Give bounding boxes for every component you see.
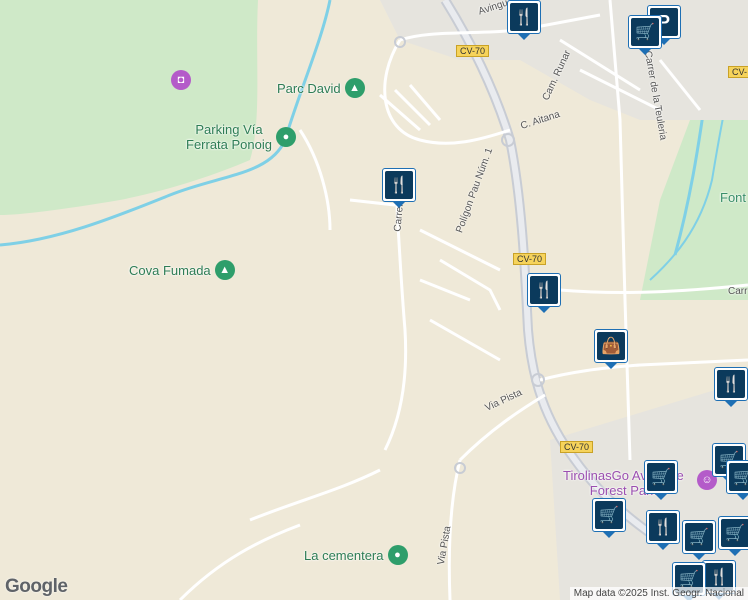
pin-icon: ●	[387, 545, 408, 565]
google-logo: Google	[5, 576, 68, 597]
poi-label: Font	[720, 190, 747, 205]
poi-label: Parking Vía Ferrata Ponoig	[186, 122, 272, 152]
shopping-bag-icon: 👜	[601, 338, 621, 355]
poi-label: Parc David	[277, 80, 341, 96]
restaurant-marker[interactable]: 🍴	[507, 0, 541, 40]
shopping-cart-marker[interactable]: 🛒	[644, 460, 678, 500]
restaurant-icon: 🍴	[534, 282, 554, 299]
poi-la-cementera[interactable]: La cementera ●	[304, 545, 408, 565]
restaurant-icon: 🍴	[721, 376, 741, 393]
camera-icon: ◘	[171, 70, 191, 90]
pin-icon: ●	[276, 127, 296, 147]
poi-parc-david[interactable]: Parc David ▲	[277, 78, 365, 98]
restaurant-marker[interactable]: 🍴	[527, 273, 561, 313]
shopping-cart-marker[interactable]: 🛒	[718, 516, 748, 556]
tree-icon: ▲	[214, 260, 235, 280]
restaurant-icon: 🍴	[653, 519, 673, 536]
shopping-cart-icon: 🛒	[689, 529, 709, 546]
restaurant-marker[interactable]: 🍴	[382, 168, 416, 208]
poi-label: La cementera	[304, 547, 384, 563]
map-base-layer	[0, 0, 748, 600]
restaurant-icon: 🍴	[389, 177, 409, 194]
shopping-cart-icon: 🛒	[679, 571, 699, 588]
restaurant-icon: 🍴	[514, 9, 534, 26]
road-label-carr: Carr	[728, 286, 748, 297]
shopping-bag-marker[interactable]: 👜	[594, 329, 628, 369]
shopping-cart-marker[interactable]: 🛒	[628, 15, 662, 55]
shopping-cart-marker[interactable]: 🛒	[726, 460, 748, 500]
shopping-cart-marker[interactable]: 🛒	[592, 498, 626, 538]
road-shield: CV-70	[560, 441, 594, 453]
tree-icon: ▲	[344, 78, 365, 98]
poi-cova-fumada[interactable]: Cova Fumada ▲	[129, 260, 235, 280]
restaurant-icon: 🍴	[709, 569, 729, 586]
shopping-cart-icon: 🛒	[651, 469, 671, 486]
poi-parking-via-ferrata[interactable]: Parking Vía Ferrata Ponoig ●	[186, 122, 296, 152]
road-shield: CV-70	[456, 45, 490, 57]
restaurant-marker[interactable]: 🍴	[646, 510, 680, 550]
poi-camera[interactable]: ◘	[171, 70, 191, 90]
shopping-cart-marker[interactable]: 🛒	[682, 520, 716, 560]
road-shield: CV-70	[513, 253, 547, 265]
park-area-north	[0, 0, 258, 215]
restaurant-marker[interactable]: 🍴	[714, 367, 748, 407]
road-shield: CV-	[728, 66, 748, 78]
map-canvas[interactable]: Avingu Cam. Runar C. Aitana Carrer Políg…	[0, 0, 748, 600]
poi-font[interactable]: Font	[720, 190, 746, 205]
shopping-cart-icon: 🛒	[733, 469, 748, 486]
shopping-cart-icon: 🛒	[599, 507, 619, 524]
poi-label: Cova Fumada	[129, 262, 211, 278]
shopping-cart-icon: 🛒	[635, 24, 655, 41]
shopping-cart-icon: 🛒	[725, 525, 745, 542]
map-attribution[interactable]: Map data ©2025 Inst. Geogr. Nacional	[569, 587, 748, 600]
